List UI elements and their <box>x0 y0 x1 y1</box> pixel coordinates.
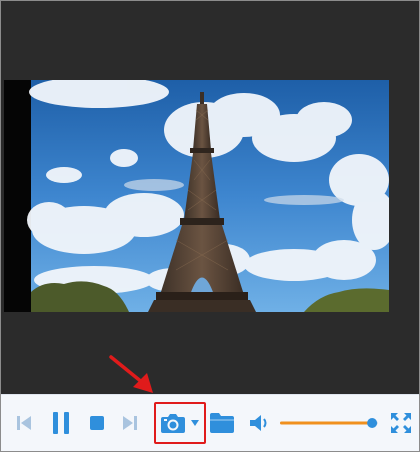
skip-previous-icon <box>17 416 31 430</box>
skip-next-icon <box>123 416 137 430</box>
open-folder-button[interactable] <box>208 409 236 437</box>
pause-icon <box>53 412 69 434</box>
video-frame[interactable] <box>4 80 389 312</box>
skip-next-button[interactable] <box>119 409 141 437</box>
video-image-eiffel-tower <box>27 80 389 312</box>
speaker-icon <box>250 415 267 431</box>
folder-icon <box>210 413 234 433</box>
volume-button[interactable] <box>248 411 272 435</box>
volume-fill <box>280 421 373 425</box>
stop-icon <box>90 416 104 430</box>
fullscreen-icon <box>391 413 411 433</box>
video-area[interactable] <box>1 1 419 394</box>
volume-thumb <box>367 418 378 428</box>
playback-control-bar <box>1 394 419 451</box>
media-player-window <box>0 0 420 452</box>
stop-button[interactable] <box>85 411 109 435</box>
volume-slider[interactable] <box>279 413 379 433</box>
pointer-arrow-annotation <box>109 353 159 401</box>
fullscreen-button[interactable] <box>387 409 415 437</box>
pause-button[interactable] <box>47 407 75 439</box>
snapshot-highlight-box <box>154 402 206 444</box>
skip-previous-button[interactable] <box>13 409 35 437</box>
red-arrow-icon <box>109 355 153 393</box>
